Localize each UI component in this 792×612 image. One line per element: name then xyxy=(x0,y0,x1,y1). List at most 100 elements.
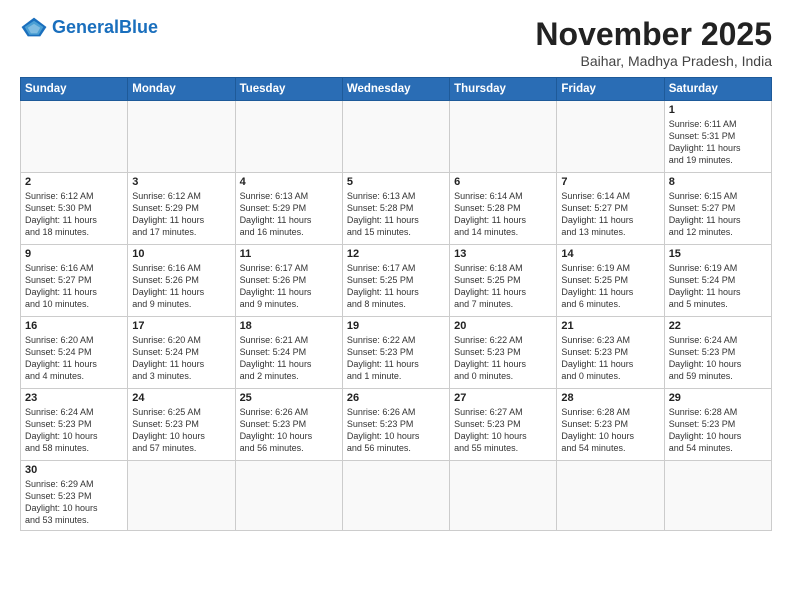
day-info: Sunrise: 6:26 AM Sunset: 5:23 PM Dayligh… xyxy=(347,406,445,455)
header-thursday: Thursday xyxy=(450,78,557,101)
day-number: 27 xyxy=(454,392,552,404)
table-row: 9 Sunrise: 6:16 AM Sunset: 5:27 PM Daylig… xyxy=(21,245,128,317)
day-info: Sunrise: 6:22 AM Sunset: 5:23 PM Dayligh… xyxy=(454,334,552,383)
table-row: 15 Sunrise: 6:19 AM Sunset: 5:24 PM Dayli… xyxy=(664,245,771,317)
table-row: 10 Sunrise: 6:16 AM Sunset: 5:26 PM Dayli… xyxy=(128,245,235,317)
day-info: Sunrise: 6:15 AM Sunset: 5:27 PM Dayligh… xyxy=(669,190,767,239)
day-info: Sunrise: 6:28 AM Sunset: 5:23 PM Dayligh… xyxy=(561,406,659,455)
day-number: 1 xyxy=(669,104,767,116)
day-number: 26 xyxy=(347,392,445,404)
table-row xyxy=(450,101,557,173)
day-number: 24 xyxy=(132,392,230,404)
table-row xyxy=(128,101,235,173)
header: GeneralBlue November 2025 Baihar, Madhya… xyxy=(20,16,772,69)
day-number: 4 xyxy=(240,176,338,188)
day-info: Sunrise: 6:17 AM Sunset: 5:26 PM Dayligh… xyxy=(240,262,338,311)
day-info: Sunrise: 6:19 AM Sunset: 5:25 PM Dayligh… xyxy=(561,262,659,311)
table-row xyxy=(342,461,449,531)
day-info: Sunrise: 6:21 AM Sunset: 5:24 PM Dayligh… xyxy=(240,334,338,383)
day-number: 2 xyxy=(25,176,123,188)
day-number: 21 xyxy=(561,320,659,332)
day-info: Sunrise: 6:23 AM Sunset: 5:23 PM Dayligh… xyxy=(561,334,659,383)
day-info: Sunrise: 6:12 AM Sunset: 5:30 PM Dayligh… xyxy=(25,190,123,239)
header-sunday: Sunday xyxy=(21,78,128,101)
day-number: 9 xyxy=(25,248,123,260)
table-row: 24 Sunrise: 6:25 AM Sunset: 5:23 PM Dayli… xyxy=(128,389,235,461)
logo-text: GeneralBlue xyxy=(52,17,158,38)
day-number: 28 xyxy=(561,392,659,404)
table-row: 27 Sunrise: 6:27 AM Sunset: 5:23 PM Dayli… xyxy=(450,389,557,461)
day-number: 7 xyxy=(561,176,659,188)
day-info: Sunrise: 6:27 AM Sunset: 5:23 PM Dayligh… xyxy=(454,406,552,455)
calendar-week-row: 16Sunrise: 6:20 AM Sunset: 5:24 PM Dayli… xyxy=(21,317,772,389)
day-number: 18 xyxy=(240,320,338,332)
day-info: Sunrise: 6:13 AM Sunset: 5:29 PM Dayligh… xyxy=(240,190,338,239)
table-row xyxy=(128,461,235,531)
day-info: Sunrise: 6:29 AM Sunset: 5:23 PM Dayligh… xyxy=(25,478,123,527)
header-wednesday: Wednesday xyxy=(342,78,449,101)
day-number: 14 xyxy=(561,248,659,260)
location-subtitle: Baihar, Madhya Pradesh, India xyxy=(535,53,772,69)
general-blue-logo-icon xyxy=(20,16,48,38)
day-number: 13 xyxy=(454,248,552,260)
table-row: 13Sunrise: 6:18 AM Sunset: 5:25 PM Dayli… xyxy=(450,245,557,317)
table-row: 17Sunrise: 6:20 AM Sunset: 5:24 PM Dayli… xyxy=(128,317,235,389)
day-number: 10 xyxy=(132,248,230,260)
table-row: 14 Sunrise: 6:19 AM Sunset: 5:25 PM Dayli… xyxy=(557,245,664,317)
title-area: November 2025 Baihar, Madhya Pradesh, In… xyxy=(535,16,772,69)
day-info: Sunrise: 6:25 AM Sunset: 5:23 PM Dayligh… xyxy=(132,406,230,455)
day-info: Sunrise: 6:24 AM Sunset: 5:23 PM Dayligh… xyxy=(669,334,767,383)
table-row xyxy=(450,461,557,531)
day-number: 23 xyxy=(25,392,123,404)
logo: GeneralBlue xyxy=(20,16,158,38)
table-row: 20 Sunrise: 6:22 AM Sunset: 5:23 PM Dayli… xyxy=(450,317,557,389)
table-row: 1Sunrise: 6:11 AM Sunset: 5:31 PM Daylig… xyxy=(664,101,771,173)
table-row: 19Sunrise: 6:22 AM Sunset: 5:23 PM Dayli… xyxy=(342,317,449,389)
day-info: Sunrise: 6:17 AM Sunset: 5:25 PM Dayligh… xyxy=(347,262,445,311)
day-number: 11 xyxy=(240,248,338,260)
table-row: 21 Sunrise: 6:23 AM Sunset: 5:23 PM Dayli… xyxy=(557,317,664,389)
day-number: 8 xyxy=(669,176,767,188)
day-number: 6 xyxy=(454,176,552,188)
month-year-title: November 2025 xyxy=(535,16,772,53)
day-number: 15 xyxy=(669,248,767,260)
day-number: 25 xyxy=(240,392,338,404)
day-number: 30 xyxy=(25,464,123,476)
table-row: 5 Sunrise: 6:13 AM Sunset: 5:28 PM Daylig… xyxy=(342,173,449,245)
day-info: Sunrise: 6:26 AM Sunset: 5:23 PM Dayligh… xyxy=(240,406,338,455)
table-row: 3Sunrise: 6:12 AM Sunset: 5:29 PM Daylig… xyxy=(128,173,235,245)
table-row: 23 Sunrise: 6:24 AM Sunset: 5:23 PM Dayli… xyxy=(21,389,128,461)
day-info: Sunrise: 6:22 AM Sunset: 5:23 PM Dayligh… xyxy=(347,334,445,383)
day-info: Sunrise: 6:16 AM Sunset: 5:27 PM Dayligh… xyxy=(25,262,123,311)
day-info: Sunrise: 6:24 AM Sunset: 5:23 PM Dayligh… xyxy=(25,406,123,455)
day-number: 5 xyxy=(347,176,445,188)
table-row: 7Sunrise: 6:14 AM Sunset: 5:27 PM Daylig… xyxy=(557,173,664,245)
day-number: 3 xyxy=(132,176,230,188)
day-number: 12 xyxy=(347,248,445,260)
calendar-week-row: 30 Sunrise: 6:29 AM Sunset: 5:23 PM Dayli… xyxy=(21,461,772,531)
calendar-week-row: 1Sunrise: 6:11 AM Sunset: 5:31 PM Daylig… xyxy=(21,101,772,173)
calendar-week-row: 2 Sunrise: 6:12 AM Sunset: 5:30 PM Daylig… xyxy=(21,173,772,245)
weekday-header-row: Sunday Monday Tuesday Wednesday Thursday… xyxy=(21,78,772,101)
day-info: Sunrise: 6:14 AM Sunset: 5:28 PM Dayligh… xyxy=(454,190,552,239)
table-row: 12 Sunrise: 6:17 AM Sunset: 5:25 PM Dayli… xyxy=(342,245,449,317)
table-row: 28 Sunrise: 6:28 AM Sunset: 5:23 PM Dayli… xyxy=(557,389,664,461)
table-row: 18 Sunrise: 6:21 AM Sunset: 5:24 PM Dayli… xyxy=(235,317,342,389)
day-info: Sunrise: 6:16 AM Sunset: 5:26 PM Dayligh… xyxy=(132,262,230,311)
day-info: Sunrise: 6:19 AM Sunset: 5:24 PM Dayligh… xyxy=(669,262,767,311)
day-number: 22 xyxy=(669,320,767,332)
day-info: Sunrise: 6:20 AM Sunset: 5:24 PM Dayligh… xyxy=(25,334,123,383)
table-row xyxy=(235,461,342,531)
calendar-table: Sunday Monday Tuesday Wednesday Thursday… xyxy=(20,77,772,531)
day-number: 17 xyxy=(132,320,230,332)
table-row: 26 Sunrise: 6:26 AM Sunset: 5:23 PM Dayli… xyxy=(342,389,449,461)
header-monday: Monday xyxy=(128,78,235,101)
table-row xyxy=(557,101,664,173)
table-row xyxy=(557,461,664,531)
table-row: 8 Sunrise: 6:15 AM Sunset: 5:27 PM Daylig… xyxy=(664,173,771,245)
day-info: Sunrise: 6:13 AM Sunset: 5:28 PM Dayligh… xyxy=(347,190,445,239)
table-row: 16Sunrise: 6:20 AM Sunset: 5:24 PM Dayli… xyxy=(21,317,128,389)
day-number: 20 xyxy=(454,320,552,332)
table-row: 4 Sunrise: 6:13 AM Sunset: 5:29 PM Daylig… xyxy=(235,173,342,245)
day-info: Sunrise: 6:28 AM Sunset: 5:23 PM Dayligh… xyxy=(669,406,767,455)
